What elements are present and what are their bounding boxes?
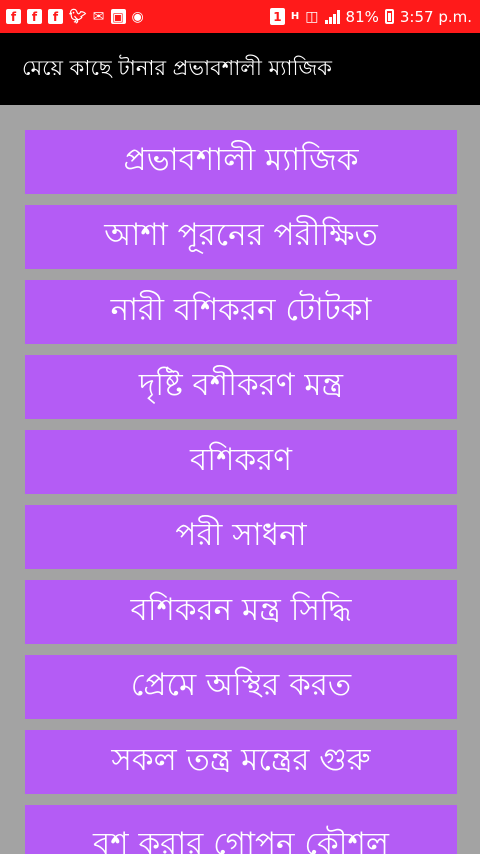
menu-item-label: প্রভাবশালী ম্যাজিক [123,142,359,178]
mail-icon: ✉ [92,8,105,25]
menu-item[interactable]: দৃষ্টি বশীকরণ মন্ত্র [25,355,457,419]
status-bar: f f f 🐦︎ ✉ ▣ ◉ 1 H ◫ 81% 3:57 p.m. [0,0,480,33]
app-toolbar: মেয়ে কাছে টানার প্রভাবশালী ম্যাজিক [0,33,480,105]
menu-item-label: সকল তন্ত্র মন্ত্রের গুরু [111,742,371,778]
menu-item[interactable]: বশ করার গোপন কৌশল [25,805,457,854]
menu-item-label: আশা পূরনের পরীক্ষিত [104,217,378,253]
wifi-icon: ◉ [131,8,144,25]
menu-item[interactable]: সকল তন্ত্র মন্ত্রের গুরু [25,730,457,794]
facebook-icon: f [48,9,63,24]
menu-item[interactable]: বশিকরন মন্ত্র সিদ্ধি [25,580,457,644]
network-type: H [290,11,300,22]
facebook-icon: f [27,9,42,24]
notification-count-badge: 1 [269,8,285,25]
menu-item-label: পরী সাধনা [175,517,307,553]
menu-item[interactable]: বশিকরণ [25,430,457,494]
status-system: 1 H ◫ 81% 3:57 p.m. [269,7,472,26]
menu-item-label: বশিকরন মন্ত্র সিদ্ধি [130,592,352,628]
photo-notification-icon: ▣ [110,9,126,24]
menu-item-label: দৃষ্টি বশীকরণ মন্ত্র [138,367,344,403]
menu-item[interactable]: নারী বশিকরন টোটকা [25,280,457,344]
status-notifications: f f f 🐦︎ ✉ ▣ ◉ [6,9,144,24]
app-title: মেয়ে কাছে টানার প্রভাবশালী ম্যাজিক [22,55,332,80]
battery-icon [384,9,394,24]
menu-item-label: প্রেমে অস্থির করত [130,667,352,703]
menu-item-label: বশিকরণ [190,442,292,478]
menu-item[interactable]: পরী সাধনা [25,505,457,569]
cell-signal-icon: ◫ [305,8,319,25]
menu-item-label: বশ করার গোপন কৌশল [93,826,389,854]
menu-item[interactable]: আশা পূরনের পরীক্ষিত [25,205,457,269]
signal-strength-icon [324,9,340,24]
menu-item-label: নারী বশিকরন টোটকা [110,292,372,328]
menu-item[interactable]: প্রভাবশালী ম্যাজিক [25,130,457,194]
facebook-icon: f [6,9,21,24]
battery-percent: 81% [345,7,379,26]
menu-item[interactable]: প্রেমে অস্থির করত [25,655,457,719]
twitter-icon: 🐦︎ [69,8,87,25]
menu-list[interactable]: প্রভাবশালী ম্যাজিক আশা পূরনের পরীক্ষিত ন… [25,130,457,854]
status-time: 3:57 p.m. [399,7,472,26]
